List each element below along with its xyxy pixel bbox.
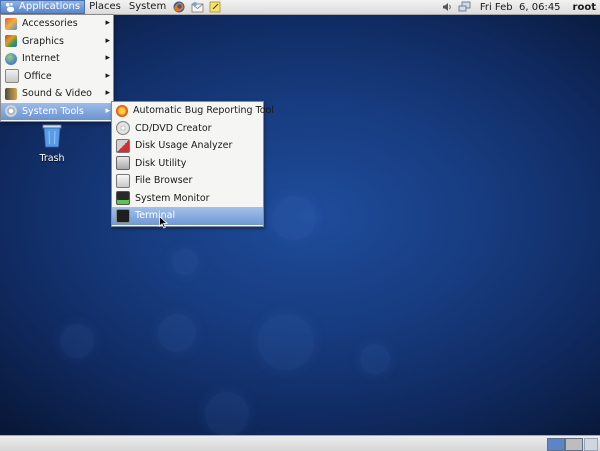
menu-item-sound-video[interactable]: Sound & Video ▸ [1,85,113,103]
top-panel: Applications Places System Fri Feb 6, 06… [0,0,600,15]
system-monitor-icon [116,191,130,206]
menu-item-label: Automatic Bug Reporting Tool [133,105,274,117]
menu-item-label: Terminal [135,210,176,222]
menu-item-label: CD/DVD Creator [135,122,212,134]
menu-item-accessories[interactable]: Accessories ▸ [1,15,113,33]
network-icon [458,1,471,12]
trash-icon [42,124,62,148]
menu-item-label: Sound & Video [22,88,92,100]
menu-item-file-browser[interactable]: File Browser [112,172,263,190]
trash-applet-icon[interactable] [584,438,598,451]
notes-icon [209,1,221,13]
bottom-panel [0,435,600,451]
submenu-arrow-icon: ▸ [105,53,110,63]
disk-utility-icon [116,156,130,171]
terminal-icon [116,208,130,223]
clock[interactable]: Fri Feb 6, 06:45 [474,2,567,13]
submenu-arrow-icon: ▸ [105,88,110,98]
menu-item-label: System Monitor [135,192,210,204]
gnome-foot-icon [5,2,15,12]
submenu-arrow-icon: ▸ [105,18,110,28]
workspace-1[interactable] [547,438,565,451]
sound-video-icon [5,87,17,100]
menu-item-office[interactable]: Office ▸ [1,68,113,86]
menu-item-system-monitor[interactable]: System Monitor [112,190,263,208]
applications-menu: Accessories ▸ Graphics ▸ Internet ▸ Offi… [0,14,114,122]
menu-item-label: Office [24,70,52,82]
system-tools-submenu: Automatic Bug Reporting Tool CD/DVD Crea… [111,101,274,227]
menu-item-disk-utility[interactable]: Disk Utility [112,155,263,173]
menu-item-internet[interactable]: Internet ▸ [1,50,113,68]
accessories-icon [5,17,17,30]
menu-item-disk-usage-analyzer[interactable]: Disk Usage Analyzer [112,137,263,155]
system-menu-button[interactable]: System [125,0,170,14]
menu-item-terminal[interactable]: Terminal [112,207,263,225]
mail-launcher[interactable] [190,0,204,14]
menu-item-label: File Browser [135,175,193,187]
menu-item-label: Disk Usage Analyzer [135,140,233,152]
system-tools-icon [5,105,17,118]
volume-icon [442,3,451,11]
firefox-launcher[interactable] [172,0,186,14]
submenu-arrow-icon: ▸ [105,70,110,81]
workspace-2[interactable] [565,438,583,451]
firefox-icon [173,1,185,13]
menu-item-bug-reporting-tool[interactable]: Automatic Bug Reporting Tool [112,102,274,120]
notes-launcher[interactable] [208,0,222,14]
office-icon [5,69,19,84]
disc-icon [116,121,130,136]
menu-item-label: Internet [22,53,60,65]
applications-menu-button[interactable]: Applications [0,0,86,14]
user-menu[interactable]: root [567,2,600,13]
menu-item-label: Graphics [22,35,64,47]
bug-report-icon [116,104,128,117]
menu-item-cd-dvd-creator[interactable]: CD/DVD Creator [112,120,263,138]
disk-usage-icon [116,138,130,153]
menu-item-label: System Tools [22,105,84,117]
network-button[interactable] [458,0,472,14]
mail-icon [191,2,204,13]
internet-icon [5,52,17,65]
menu-item-graphics[interactable]: Graphics ▸ [1,33,113,51]
volume-button[interactable] [440,0,454,14]
menu-item-label: Disk Utility [135,157,187,169]
places-menu-button[interactable]: Places [85,0,125,14]
trash-desktop-icon[interactable]: Trash [36,124,68,164]
mouse-pointer-icon [159,216,168,229]
submenu-arrow-icon: ▸ [105,35,110,46]
submenu-arrow-icon: ▸ [105,105,110,116]
applications-label: Applications [19,1,81,12]
graphics-icon [5,35,17,48]
file-browser-icon [116,173,130,188]
menu-item-label: Accessories [22,18,78,30]
menu-item-system-tools[interactable]: System Tools ▸ [1,102,113,120]
trash-label: Trash [39,153,65,164]
